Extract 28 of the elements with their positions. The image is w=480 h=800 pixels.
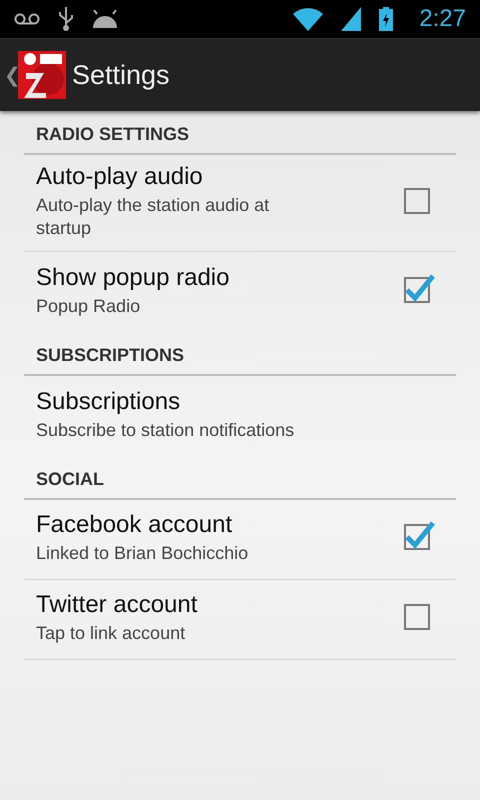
signal-icon (341, 7, 362, 31)
setting-title: Subscriptions (36, 388, 180, 416)
battery-icon (379, 7, 394, 31)
settings-row[interactable]: Show popup radio Popup Radio (24, 252, 456, 332)
settings-row[interactable]: Facebook account Linked to Brian Bochicchio (24, 500, 456, 580)
screen-title: Settings (72, 60, 170, 90)
section-header: SOCIAL (24, 456, 456, 500)
setting-title: Auto-play audio (36, 163, 203, 191)
voicemail-icon (14, 12, 40, 26)
setting-title: Twitter account (36, 591, 198, 620)
setting-summary: Auto-play the station audio at startup (36, 194, 270, 240)
settings-row[interactable]: Auto-play audio Auto-play the station audio at startup (24, 155, 456, 252)
usb-icon (58, 7, 74, 31)
section-header: RADIO SETTINGS (24, 111, 456, 155)
setting-title: Show popup radio (36, 264, 230, 292)
settings-row[interactable]: Twitter account Tap to link account (24, 580, 456, 660)
wifi-icon (293, 7, 324, 31)
setting-title: Facebook account (36, 511, 232, 540)
app-logo-icon[interactable] (18, 51, 66, 99)
back-caret[interactable]: ❮ (4, 63, 18, 87)
section-header: SUBSCRIPTIONS (24, 332, 456, 376)
settings-row[interactable]: Subscriptions Subscribe to station notifications (24, 376, 456, 456)
setting-summary: Tap to link account (36, 622, 186, 646)
setting-summary: Popup Radio (36, 294, 142, 318)
android-icon (92, 10, 118, 28)
setting-summary: Linked to Brian Bochicchio (36, 542, 250, 566)
clock-time: 2:27 (419, 5, 466, 33)
setting-summary: Subscribe to station notifications (36, 418, 296, 442)
